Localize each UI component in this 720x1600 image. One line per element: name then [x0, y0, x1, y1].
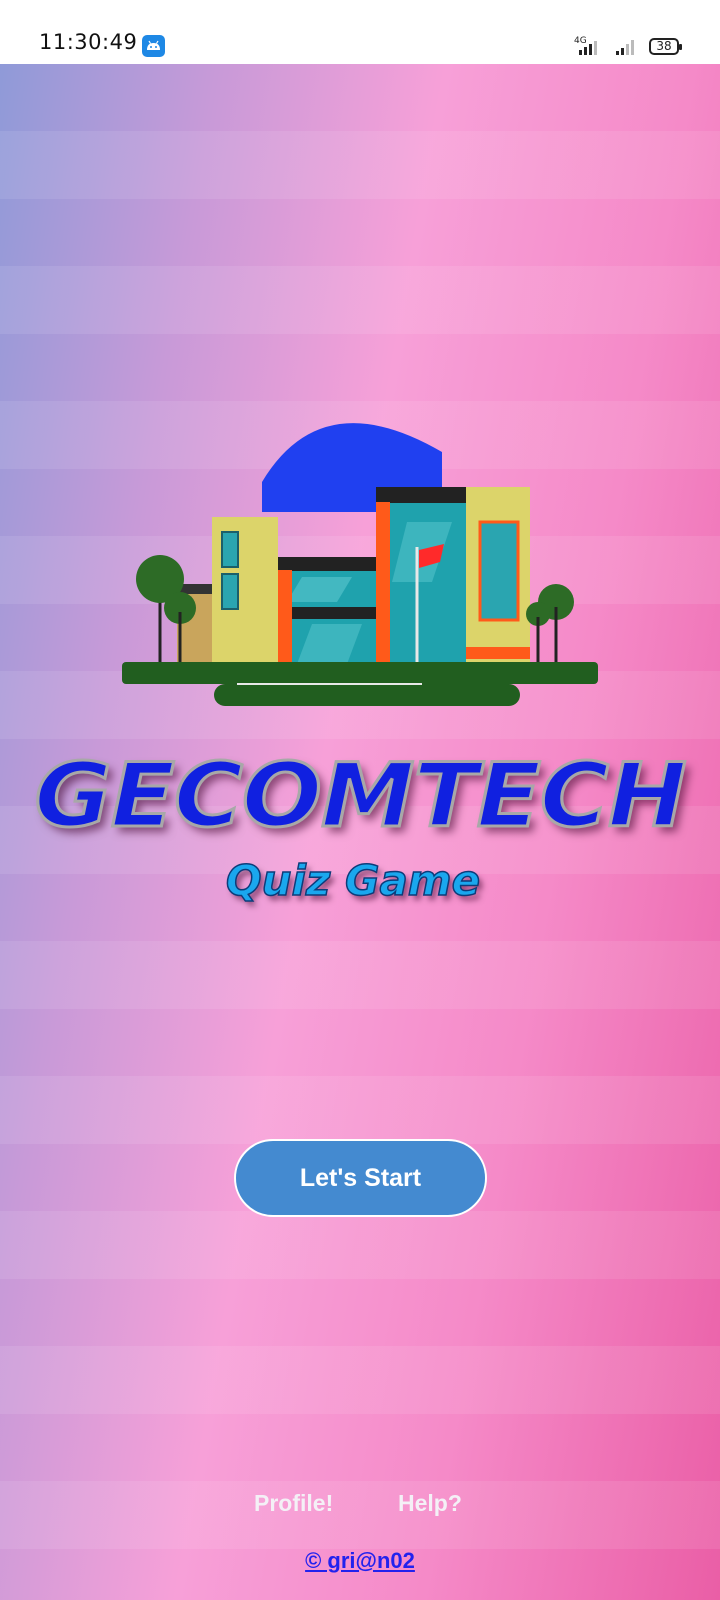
main-content: GECOMTECH Quiz Game Let's Start Profile!… [0, 64, 720, 1600]
status-bar: 11:30:49 4G 38 [0, 0, 720, 64]
building-illustration [122, 423, 598, 706]
help-link[interactable]: Help? [398, 1490, 462, 1517]
app-screen: 11:30:49 4G 38 GECOMTECH Quiz Game Let's… [0, 0, 720, 1600]
app-title: GECOMTECH [33, 743, 689, 849]
lets-start-button[interactable]: Let's Start [234, 1139, 487, 1217]
app-subtitle: Quiz Game [225, 855, 481, 906]
battery-icon: 38 [649, 38, 682, 55]
credit-link[interactable]: © gri@n02 [0, 1548, 720, 1574]
android-icon [142, 35, 165, 57]
profile-link[interactable]: Profile! [254, 1490, 333, 1517]
signal-icon [579, 41, 597, 55]
signal-icon-secondary [616, 40, 634, 55]
status-time: 11:30:49 [39, 30, 138, 54]
footer-links: Profile! Help? [0, 1490, 720, 1522]
